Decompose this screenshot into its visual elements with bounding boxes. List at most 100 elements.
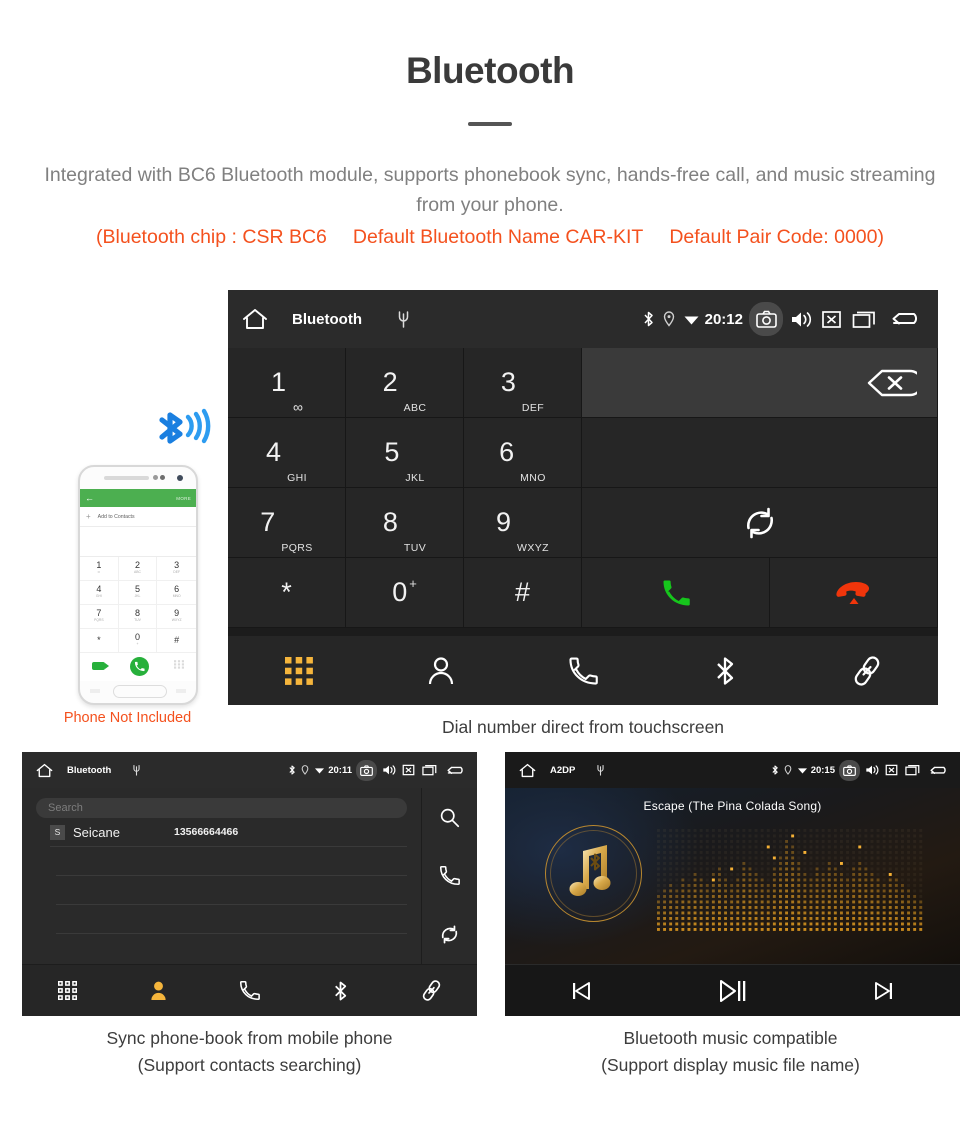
contact-row-empty[interactable] [56,847,407,876]
spec-pair-code: Default Pair Code: 0000) [669,226,884,248]
contact-row-empty[interactable] [56,876,407,905]
sidebar-item-pair-link[interactable] [796,655,938,686]
phone-number-display [80,527,196,557]
dialer-screen: Bluetooth 20:12 1 ∞ 2 ABC 3 DEF 4 GHI 5 … [228,290,938,705]
sidebar-item-bluetooth[interactable] [295,980,386,1002]
phone-key-num: 9 [174,608,180,619]
dial-key-1[interactable]: 1 ∞ [228,348,346,418]
phone-home-button [113,685,167,698]
person-icon[interactable] [427,656,455,686]
sync-icon[interactable] [742,505,778,541]
close-box-icon[interactable] [821,310,842,329]
recent-apps-icon[interactable] [422,764,437,776]
camera-icon[interactable] [749,302,783,336]
dialer-call-button[interactable] [582,558,770,628]
play-pause-icon[interactable] [717,977,749,1005]
keypad-icon[interactable] [285,656,313,685]
close-box-icon[interactable] [402,764,415,776]
keypad-icon[interactable] [58,981,77,1000]
volume-icon[interactable] [790,310,812,329]
volume-icon[interactable] [865,764,879,776]
dialer-bottom-nav [228,636,938,705]
music-controls [505,964,960,1016]
dial-key-3[interactable]: 3 DEF [464,348,582,418]
next-icon[interactable] [871,978,897,1004]
recent-apps-icon[interactable] [905,764,920,776]
home-icon[interactable] [519,763,536,778]
sidebar-item-pair-link[interactable] [386,980,477,1001]
back-arrow-icon[interactable] [446,764,467,777]
sync-icon[interactable] [439,924,460,945]
person-icon[interactable] [149,980,168,1001]
phone-key: # [157,629,196,653]
phone-key-num: 2 [134,560,140,571]
link-icon[interactable] [421,980,442,1001]
dial-key-hash[interactable]: # [464,558,582,628]
sidebar-item-call-log[interactable] [204,980,295,1001]
dial-number-display[interactable] [582,348,938,418]
dial-key-letters: TUV [403,542,427,554]
phone-key-num: 5 [134,584,140,595]
back-arrow-icon[interactable] [890,309,924,329]
phone-add-contact-row: + Add to Contacts [80,507,196,527]
home-icon[interactable] [242,308,268,330]
backspace-icon[interactable] [865,368,917,398]
music-title: A2DP [550,764,576,776]
sidebar-item-contacts[interactable] [113,980,204,1001]
dial-key-5[interactable]: 5 JKL [346,418,464,488]
hangup-icon[interactable] [832,580,876,606]
close-box-icon[interactable] [885,764,898,776]
link-icon[interactable] [852,655,882,686]
dial-key-0[interactable]: 0 + [346,558,464,628]
sidebar-item-contacts[interactable] [370,656,512,686]
dial-key-6[interactable]: 6 MNO [464,418,582,488]
sidebar-item-keypad[interactable] [228,656,370,685]
dialer-status-icons: 20:12 [642,302,928,336]
search-icon[interactable] [439,807,460,828]
handset-icon[interactable] [439,865,460,886]
dial-key-9[interactable]: 9 WXYZ [464,488,582,558]
dial-key-4[interactable]: 4 GHI [228,418,346,488]
phone-key-num: 6 [174,584,180,595]
spec-chip: (Bluetooth chip : CSR BC6 [96,226,327,248]
music-status-bar: A2DP 20:15 [505,752,960,788]
camera-icon[interactable] [839,759,860,781]
dial-key-letters: GHI [287,472,307,484]
previous-track-button[interactable] [505,978,657,1004]
phone-keypad: 1 ∞ 2 ABC 3 DEF 4 GHI 5 JKL 6 MNO 7 PQRS 8 TUV 9… [80,557,196,653]
volume-icon[interactable] [382,764,396,776]
call-icon[interactable] [661,578,691,608]
next-track-button[interactable] [808,978,960,1004]
dial-key-8[interactable]: 8 TUV [346,488,464,558]
play-pause-button[interactable] [657,977,809,1005]
contact-row[interactable]: S Seicane 13566664466 [50,818,407,847]
home-icon[interactable] [36,763,53,778]
contacts-list: Search S Seicane 13566664466 [22,788,422,964]
camera-icon[interactable] [356,759,377,781]
bluetooth-icon[interactable] [333,980,348,1002]
dial-key-label: 7 [260,507,276,537]
dial-key-2[interactable]: 2 ABC [346,348,464,418]
phone-key: 7 PQRS [80,605,119,629]
dial-key-letters: WXYZ [517,542,549,554]
dial-key-star[interactable]: * [228,558,346,628]
music-body: Escape (The Pina Colada Song) [505,788,960,964]
sidebar-item-call-log[interactable] [512,656,654,686]
track-title: Escape (The Pina Colada Song) [643,799,822,813]
search-input[interactable]: Search [36,798,407,818]
handset-icon[interactable] [239,980,260,1001]
dial-key-7[interactable]: 7 PQRS [228,488,346,558]
contact-row-empty[interactable] [56,905,407,934]
previous-icon[interactable] [568,978,594,1004]
back-arrow-icon[interactable] [929,764,950,777]
dialer-hangup-button[interactable] [770,558,938,628]
video-call-icon [92,662,110,670]
phonebook-action-rail [422,788,477,964]
recent-apps-icon[interactable] [852,310,876,329]
dialer-sync-button[interactable] [582,488,938,558]
bluetooth-icon[interactable] [714,655,736,687]
handset-icon[interactable] [568,656,598,686]
phone-earpiece-area [80,467,196,489]
sidebar-item-keypad[interactable] [22,981,113,1000]
sidebar-item-bluetooth[interactable] [654,655,796,687]
